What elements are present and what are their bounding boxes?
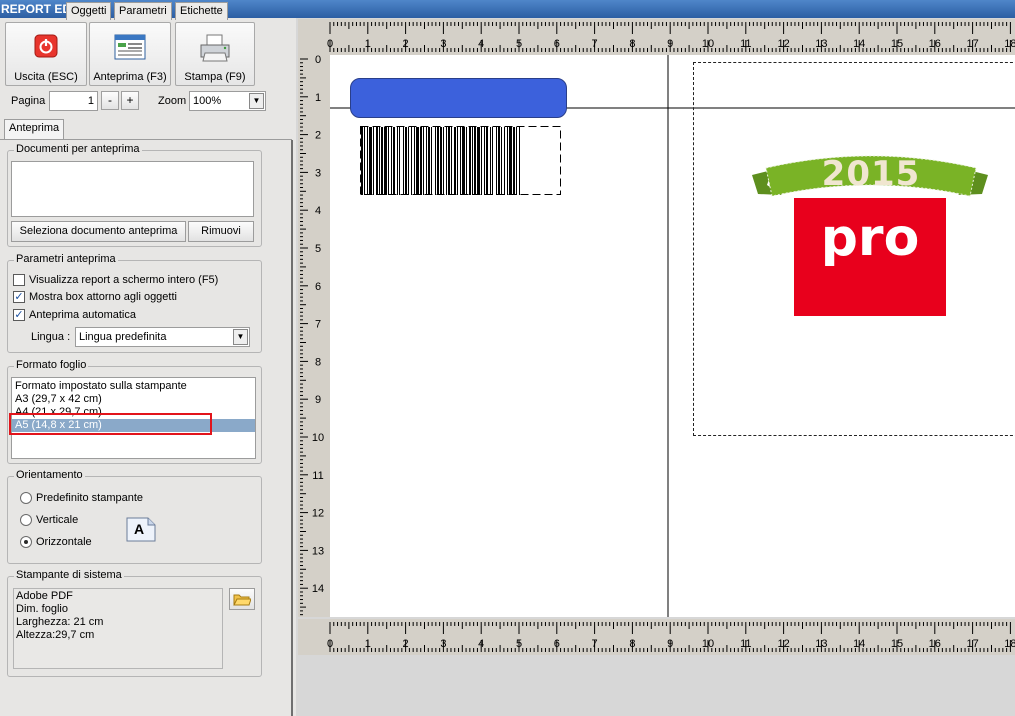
ruler-tick-label: 6 — [315, 281, 321, 293]
logo-year: 2015 — [821, 154, 921, 194]
barcode-bar — [443, 127, 444, 195]
barcode-bar — [397, 127, 398, 195]
barcode-bar — [391, 127, 392, 195]
ruler-tick-label: 0 — [315, 54, 321, 66]
ruler-tick-label: 13 — [312, 545, 324, 557]
ruler-tick-label: 1 — [315, 92, 321, 104]
ruler-tick-label: 12 — [312, 508, 324, 520]
barcode-bar — [490, 127, 491, 195]
barcode-bar — [507, 127, 508, 195]
barcode-bar — [451, 127, 452, 195]
barcode-bar — [384, 127, 387, 195]
barcode-bar — [448, 127, 450, 195]
barcode-bar — [381, 127, 383, 195]
barcode-bar — [501, 127, 502, 195]
barcode-bar — [462, 127, 465, 195]
barcode-bar — [504, 127, 505, 195]
barcode-bar — [416, 127, 419, 195]
barcode-bar — [405, 127, 407, 195]
barcode-bar — [369, 127, 372, 195]
barcode-bar — [373, 127, 374, 195]
barcode-bar — [364, 127, 365, 195]
barcode-bar — [388, 127, 389, 195]
barcode-bar — [367, 127, 368, 195]
ruler-tick-label: 7 — [315, 319, 321, 331]
barcode-bar — [393, 127, 395, 195]
barcode-bar — [496, 127, 497, 195]
ruler-tick-label: 2 — [315, 130, 321, 142]
ruler-tick-label: 3 — [315, 167, 321, 179]
barcode-bar — [477, 127, 480, 195]
ruler-tick-label: 18 — [1004, 638, 1015, 650]
text-field-object[interactable] — [350, 78, 567, 118]
barcode-bar — [414, 127, 415, 195]
barcode-bar — [437, 127, 439, 195]
barcode-bar — [457, 127, 458, 195]
barcode-bar — [474, 127, 476, 195]
barcode-bar — [486, 127, 488, 195]
barcode-bar — [423, 127, 424, 195]
barcode-bar — [446, 127, 447, 195]
ruler-tick-label: 5 — [315, 243, 321, 255]
ruler-tick-label: 11 — [312, 470, 323, 482]
barcode-bar — [399, 127, 400, 195]
barcode-bar — [403, 127, 404, 195]
barcode-bar — [379, 127, 380, 195]
barcode-bar — [519, 127, 520, 195]
barcode-bar — [361, 127, 363, 195]
barcode-bar — [411, 127, 412, 195]
barcode-bar — [420, 127, 422, 195]
ruler-tick-label: 14 — [312, 583, 324, 595]
barcode-bar — [431, 127, 432, 195]
ruler-tick-label: 18 — [1004, 38, 1015, 50]
barcode-bar — [492, 127, 493, 195]
barcode-bar — [426, 127, 427, 195]
ruler-tick-label: 9 — [315, 394, 321, 406]
barcode-bar — [472, 127, 473, 195]
barcode-bar — [428, 127, 430, 195]
barcode-bar — [466, 127, 467, 195]
barcode-bar — [460, 127, 461, 195]
barcode-bar — [469, 127, 471, 195]
barcode-bar — [498, 127, 500, 195]
barcode-object[interactable] — [360, 126, 562, 196]
barcode-bar — [376, 127, 378, 195]
barcode-bar — [435, 127, 436, 195]
barcode-bar — [440, 127, 442, 195]
ruler-tick-label: 8 — [315, 356, 321, 368]
logo-text: pro — [820, 208, 920, 268]
ruler-tick-label: 4 — [315, 205, 321, 217]
barcode-bar — [481, 127, 482, 195]
barcode-bar — [454, 127, 456, 195]
barcode-bar — [484, 127, 485, 195]
logo-image[interactable]: 2015 pro — [752, 150, 990, 320]
barcode-bar — [516, 127, 517, 195]
ruler-tick-label: 10 — [312, 432, 324, 444]
barcode-bar — [513, 127, 515, 195]
barcode-bar — [408, 127, 409, 195]
barcode-bar — [509, 127, 512, 195]
